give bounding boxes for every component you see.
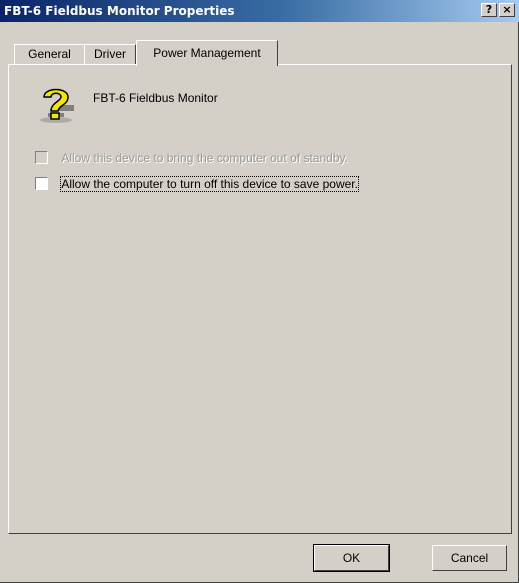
tab-general[interactable]: General (14, 44, 85, 64)
unknown-device-question-icon (40, 88, 74, 123)
wake-standby-label: Allow this device to bring the computer … (61, 150, 348, 165)
properties-dialog: FBT-6 Fieldbus Monitor Properties ? × Ge… (0, 0, 519, 583)
title-bar[interactable]: FBT-6 Fieldbus Monitor Properties ? × (0, 0, 519, 22)
wake-standby-checkbox (35, 151, 48, 165)
help-button[interactable]: ? (481, 3, 497, 17)
tab-power-management[interactable]: Power Management (136, 40, 278, 66)
power-off-label[interactable]: Allow the computer to turn off this devi… (60, 175, 359, 192)
window-title: FBT-6 Fieldbus Monitor Properties (4, 4, 235, 18)
power-off-option[interactable]: Allow the computer to turn off this devi… (35, 175, 359, 192)
ok-button[interactable]: OK (313, 544, 390, 572)
power-off-checkbox[interactable] (35, 177, 48, 191)
wake-standby-option: Allow this device to bring the computer … (35, 150, 348, 165)
tab-panel (8, 64, 512, 534)
close-button[interactable]: × (499, 3, 515, 17)
tab-driver[interactable]: Driver (84, 44, 136, 64)
cancel-button[interactable]: Cancel (432, 545, 507, 571)
device-name: FBT-6 Fieldbus Monitor (93, 91, 218, 105)
